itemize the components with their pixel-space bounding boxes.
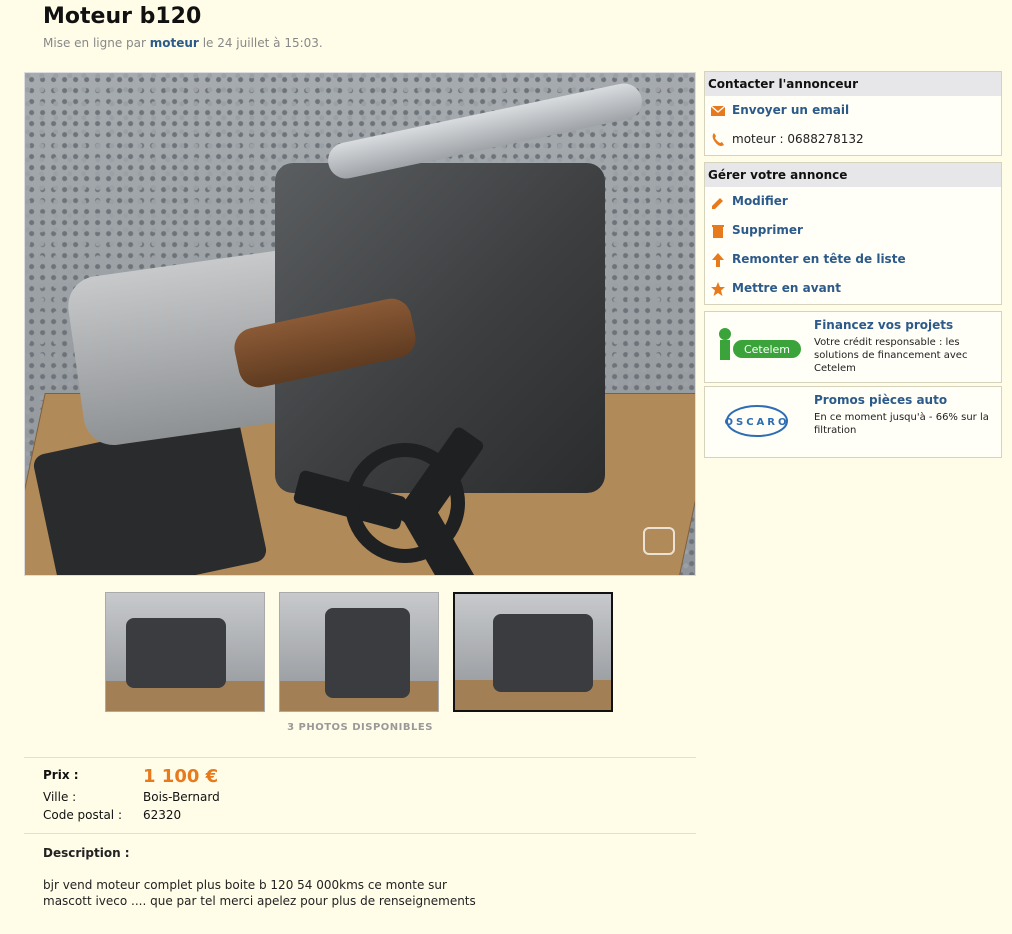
send-email-link[interactable]: Envoyer un email (732, 103, 849, 117)
trash-icon (710, 223, 726, 239)
thumbnail-engine (493, 614, 593, 692)
cetelem-logo-text: Cetelem (744, 343, 790, 356)
main-photo[interactable] (24, 72, 696, 576)
pencil-icon (710, 194, 726, 210)
delete-row[interactable]: Supprimer (705, 216, 1001, 245)
meta-suffix: le 24 juillet à 15:03. (202, 36, 323, 50)
feature-link[interactable]: Mettre en avant (732, 281, 841, 295)
cetelem-ad[interactable]: Cetelem Financez vos projets Votre crédi… (704, 311, 1002, 383)
price-label: Prix : (43, 768, 79, 782)
author-link[interactable]: moteur (150, 36, 199, 50)
thumbnail-3[interactable] (453, 592, 613, 712)
delete-link[interactable]: Supprimer (732, 223, 803, 237)
cetelem-ad-text: Votre crédit responsable : les solutions… (814, 337, 968, 374)
manage-panel-title: Gérer votre annonce (705, 163, 1001, 187)
cetelem-logo: Cetelem (711, 326, 803, 366)
cetelem-ad-title[interactable]: Financez vos projets (814, 318, 953, 332)
thumbnail-1[interactable] (105, 592, 265, 712)
thumbnail-engine (126, 618, 226, 688)
modify-row[interactable]: Modifier (705, 187, 1001, 216)
photos-count: 3 PHOTOS DISPONIBLES (287, 722, 433, 733)
fan-hub (345, 443, 465, 563)
manage-panel: Gérer votre annonce Modifier Supprimer R… (704, 162, 1002, 305)
phone-icon (710, 132, 726, 148)
contact-panel: Contacter l'annonceur Envoyer un email m… (704, 71, 1002, 156)
bump-row[interactable]: Remonter en tête de liste (705, 245, 1001, 274)
city-value: Bois-Bernard (143, 790, 220, 804)
bump-link[interactable]: Remonter en tête de liste (732, 252, 906, 266)
postal-label: Code postal : (43, 808, 122, 822)
oscaro-ad[interactable]: OSCARO Promos pièces auto En ce moment j… (704, 386, 1002, 458)
star-icon (710, 281, 726, 297)
thumbnail-2[interactable] (279, 592, 439, 712)
listing-title: Moteur b120 (43, 4, 202, 29)
listing-meta: Mise en ligne par moteur le 24 juillet à… (43, 36, 323, 50)
arrow-up-icon (710, 252, 726, 268)
oscaro-ad-text: En ce moment jusqu'à - 66% sur la filtra… (814, 412, 989, 436)
send-email-row[interactable]: Envoyer un email (705, 96, 1001, 125)
oscaro-logo: OSCARO (711, 401, 803, 441)
city-label: Ville : (43, 790, 77, 804)
meta-prefix: Mise en ligne par (43, 36, 146, 50)
divider (24, 757, 696, 758)
phone-row: moteur : 0688278132 (705, 125, 1001, 154)
price-value: 1 100 € (143, 766, 219, 787)
camera-icon (643, 527, 675, 555)
oscaro-ad-title[interactable]: Promos pièces auto (814, 393, 947, 407)
postal-value: 62320 (143, 808, 182, 822)
modify-link[interactable]: Modifier (732, 194, 788, 208)
description-label: Description : (43, 846, 130, 860)
thumbnail-strip (105, 592, 625, 714)
oscaro-logo-text: OSCARO (725, 417, 790, 428)
phone-text: moteur : 0688278132 (732, 132, 864, 146)
feature-row[interactable]: Mettre en avant (705, 274, 1001, 303)
description-text: bjr vend moteur complet plus boite b 120… (43, 878, 476, 908)
divider (24, 833, 696, 834)
contact-panel-title: Contacter l'annonceur (705, 72, 1001, 96)
envelope-icon (710, 103, 726, 119)
thumbnail-engine (325, 608, 410, 698)
